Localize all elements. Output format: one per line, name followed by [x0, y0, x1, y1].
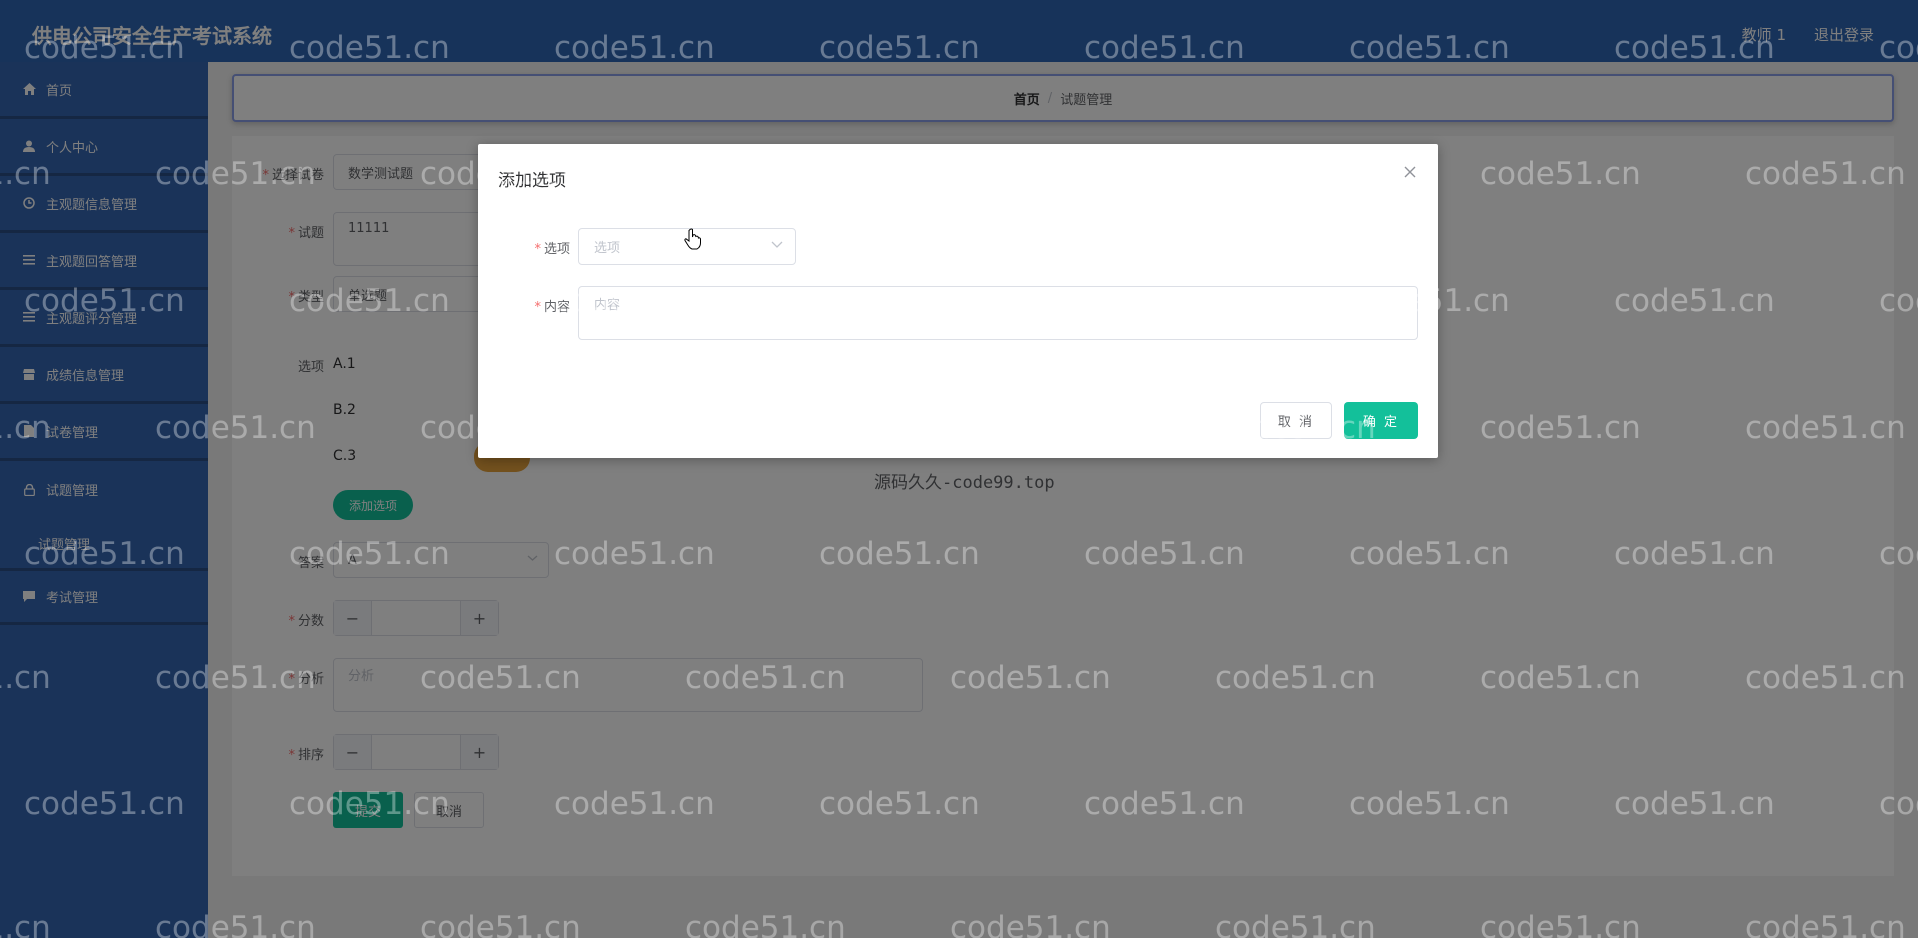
- dialog-cancel-button[interactable]: 取 消: [1260, 402, 1332, 439]
- hand-cursor-icon: [684, 228, 702, 250]
- dialog-title: 添加选项: [498, 171, 566, 191]
- dialog-confirm-button[interactable]: 确 定: [1344, 402, 1418, 439]
- option-select-placeholder: 选项: [594, 241, 621, 256]
- content-textarea[interactable]: 内容: [578, 286, 1418, 340]
- option-label: * 选项: [534, 242, 570, 257]
- source-caption: 源码久久-code99.top: [874, 473, 1055, 493]
- add-option-dialog: 添加选项 * 选项 选项 * 内容 内容 取 消 确 定: [478, 144, 1438, 458]
- close-icon[interactable]: [1404, 162, 1416, 183]
- chevron-down-icon: [771, 238, 783, 250]
- content-label: * 内容: [534, 300, 570, 315]
